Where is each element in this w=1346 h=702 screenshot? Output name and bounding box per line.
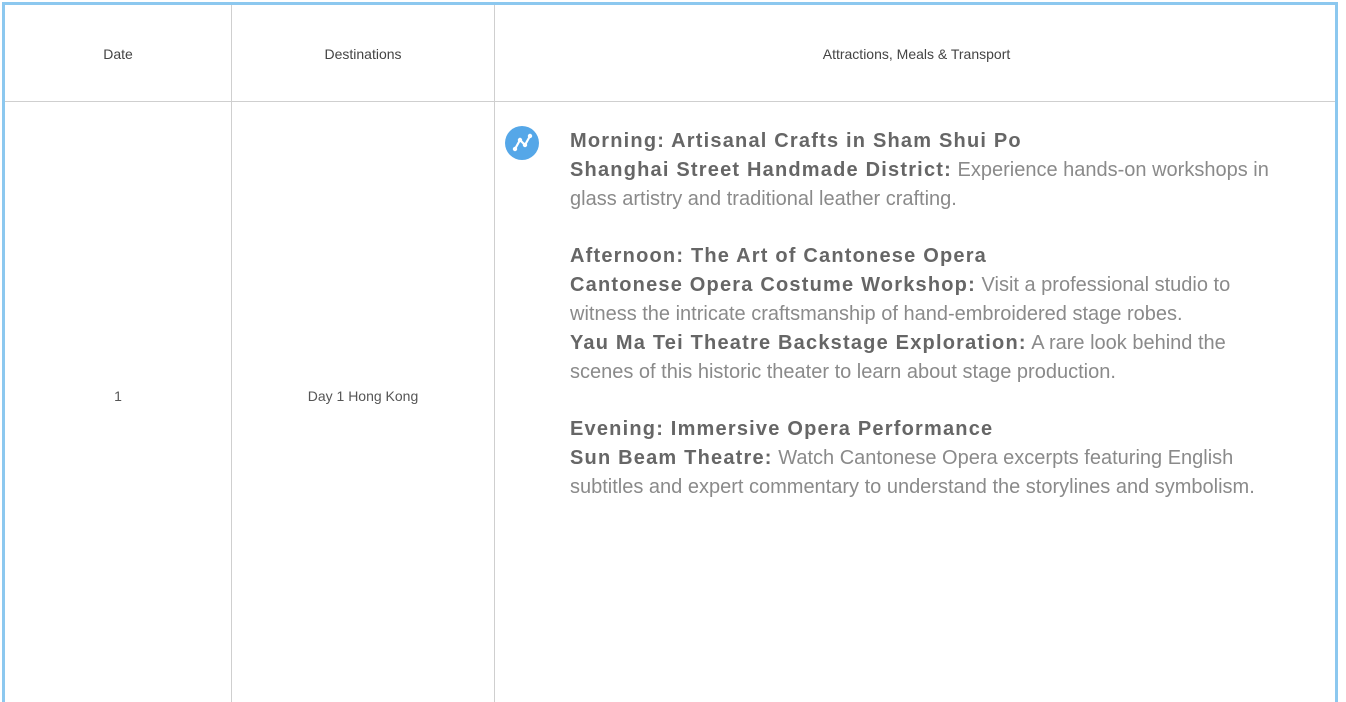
table-row: 1 Day 1 Hong Kong Morning: Artisanal Cra…: [5, 102, 1335, 702]
item-name: Shanghai Street Handmade District:: [570, 159, 952, 181]
cell-destination: Day 1 Hong Kong: [307, 388, 419, 404]
item-name: Yau Ma Tei Theatre Backstage Exploration…: [570, 332, 1027, 354]
item-name: Sun Beam Theatre:: [570, 447, 773, 469]
itinerary-table: Date Destinations Attractions, Meals & T…: [2, 2, 1338, 702]
cell-attractions: Morning: Artisanal Crafts in Sham Shui P…: [495, 102, 1338, 702]
cell-date: 1: [114, 388, 122, 404]
section-title: Morning: Artisanal Crafts in Sham Shui P…: [570, 130, 1022, 152]
section-afternoon: Afternoon: The Art of Cantonese Opera Ca…: [570, 242, 1270, 387]
header-attractions: Attractions, Meals & Transport: [822, 45, 1011, 62]
item-name: Cantonese Opera Costume Workshop:: [570, 274, 976, 296]
header-destinations: Destinations: [324, 45, 402, 62]
list-item: Sun Beam Theatre: Watch Cantonese Opera …: [570, 444, 1270, 502]
list-item: Shanghai Street Handmade District: Exper…: [570, 156, 1270, 214]
list-item: Yau Ma Tei Theatre Backstage Exploration…: [570, 329, 1270, 387]
section-morning: Morning: Artisanal Crafts in Sham Shui P…: [570, 127, 1270, 214]
section-title: Afternoon: The Art of Cantonese Opera: [570, 245, 988, 267]
list-item: Cantonese Opera Costume Workshop: Visit …: [570, 271, 1270, 329]
header-date: Date: [103, 45, 133, 62]
itinerary-content: Morning: Artisanal Crafts in Sham Shui P…: [570, 127, 1270, 530]
section-evening: Evening: Immersive Opera Performance Sun…: [570, 415, 1270, 502]
route-icon: [505, 126, 539, 160]
section-title: Evening: Immersive Opera Performance: [570, 418, 994, 440]
table-header-row: Date Destinations Attractions, Meals & T…: [5, 5, 1335, 102]
